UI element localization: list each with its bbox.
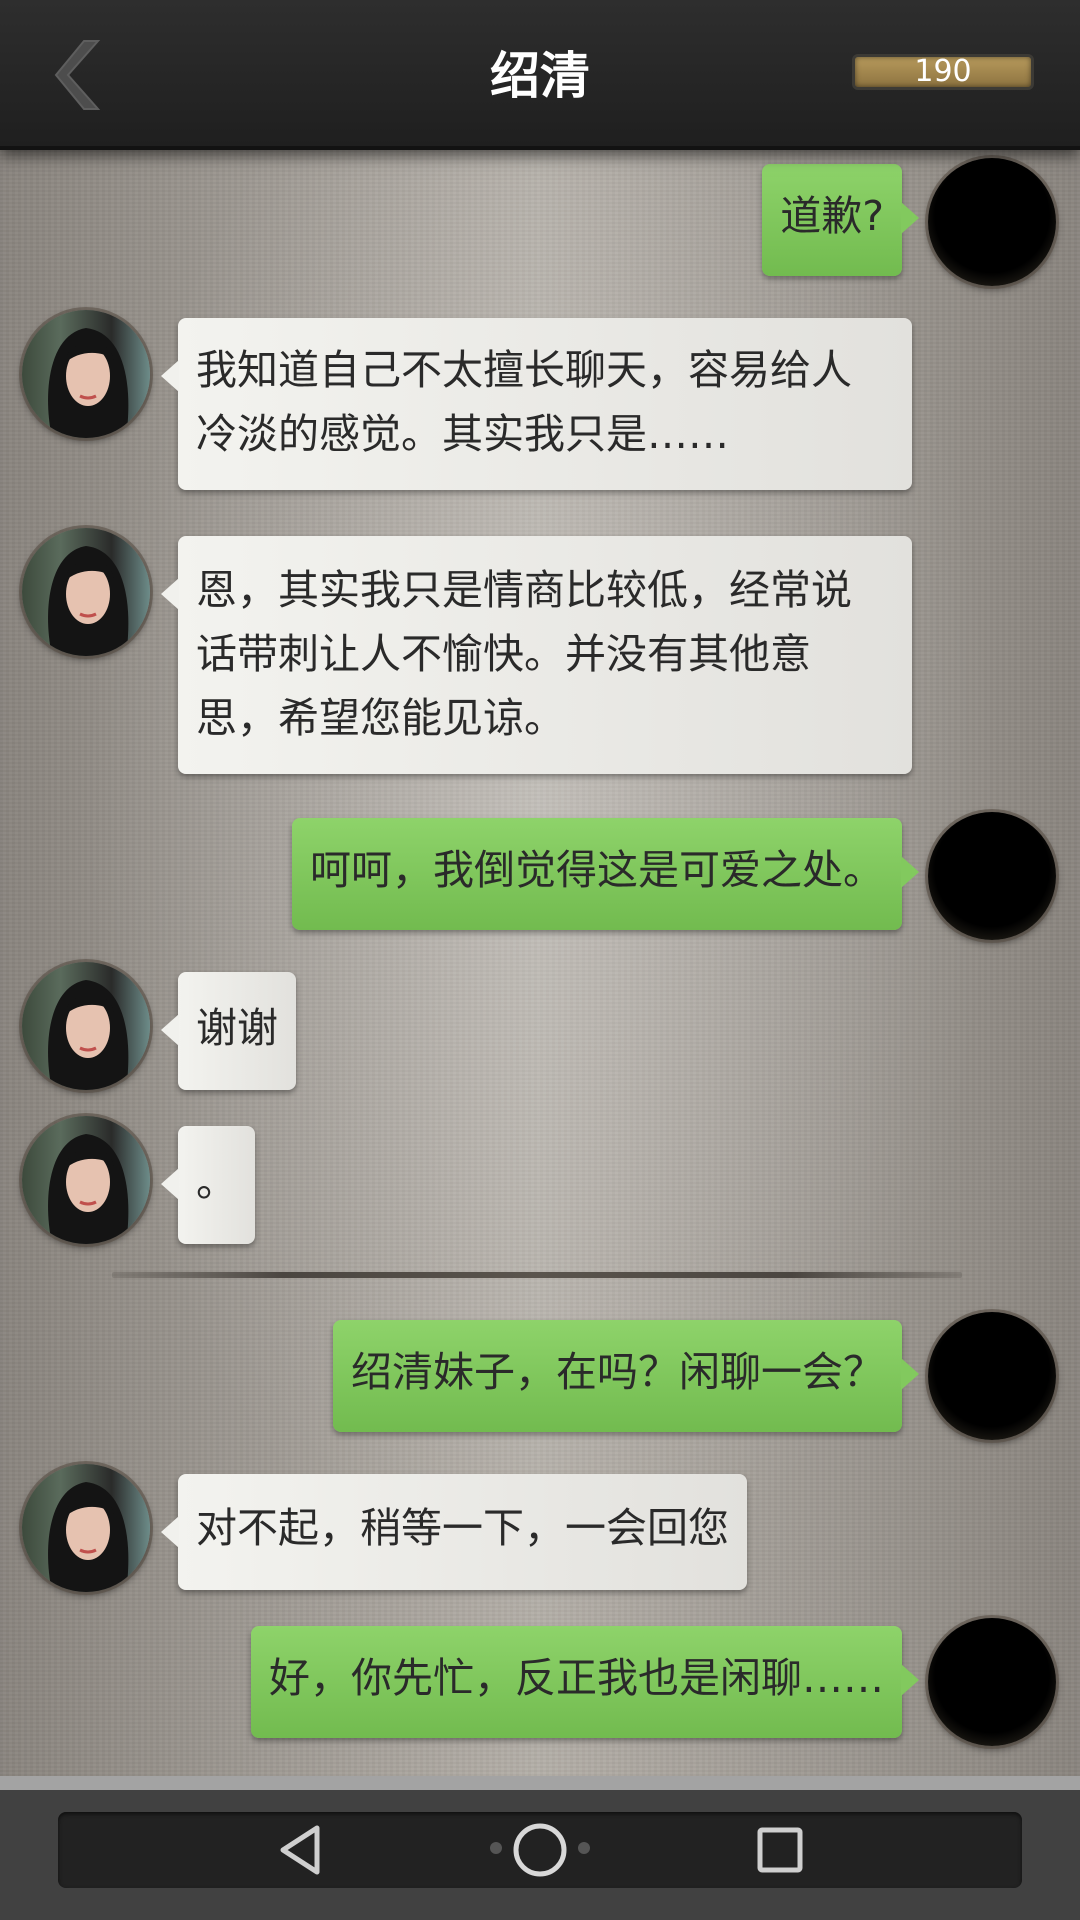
system-nav-bar bbox=[0, 1776, 1080, 1920]
chevron-left-icon bbox=[54, 40, 101, 110]
my-avatar[interactable] bbox=[928, 158, 1056, 286]
message-line: 思，希望您能见谅。 bbox=[196, 694, 565, 742]
top-bar: 绍清 190 bbox=[0, 0, 1080, 150]
chat-area[interactable]: 道歉? 我知道自己不太擅长聊天，容易给人 冷淡的感觉。其实我只是…… 恩，其实我… bbox=[0, 150, 1080, 1776]
contact-avatar[interactable] bbox=[22, 528, 150, 656]
my-message-bubble: 道歉? bbox=[762, 164, 919, 276]
contact-message-bubble: 。 bbox=[161, 1126, 255, 1244]
message-line: 呵呵，我倒觉得这是可爱之处。 bbox=[310, 846, 884, 894]
message-line: 冷淡的感觉。其实我只是…… bbox=[196, 410, 729, 458]
nav-back-button[interactable] bbox=[246, 1812, 356, 1888]
page-title: 绍清 bbox=[490, 46, 590, 105]
back-button[interactable] bbox=[40, 30, 120, 120]
contact-message-bubble: 对不起，稍等一下，一会回您 bbox=[161, 1474, 747, 1590]
contact-portrait-icon bbox=[48, 328, 129, 438]
nav-recent-button[interactable] bbox=[725, 1812, 835, 1888]
my-message-bubble: 呵呵，我倒觉得这是可爱之处。 bbox=[292, 818, 919, 930]
message-line: 道歉? bbox=[780, 192, 884, 240]
message-line: 我知道自己不太擅长聊天，容易给人 bbox=[196, 346, 852, 394]
contact-avatar[interactable] bbox=[22, 962, 150, 1090]
contact-message-bubble: 我知道自己不太擅长聊天，容易给人 冷淡的感觉。其实我只是…… bbox=[161, 318, 912, 490]
message-line: 话带刺让人不愉快。并没有其他意 bbox=[196, 630, 811, 678]
my-avatar[interactable] bbox=[928, 812, 1056, 940]
contact-message-bubble: 谢谢 bbox=[161, 972, 296, 1090]
circle-home-icon bbox=[490, 1823, 590, 1877]
message-line: 谢谢 bbox=[196, 1004, 278, 1052]
message-line: 好，你先忙，反正我也是闲聊…… bbox=[269, 1654, 884, 1702]
nav-bar-panel bbox=[58, 1812, 1022, 1888]
my-avatar[interactable] bbox=[928, 1618, 1056, 1746]
message-line: 。 bbox=[196, 1158, 237, 1206]
history-divider bbox=[112, 1272, 962, 1278]
contact-portrait-icon bbox=[48, 1134, 129, 1244]
message-line: 绍清妹子，在吗？闲聊一会？ bbox=[351, 1348, 884, 1396]
my-avatar[interactable] bbox=[928, 1312, 1056, 1440]
contact-avatar[interactable] bbox=[22, 1116, 150, 1244]
contact-avatar[interactable] bbox=[22, 1464, 150, 1592]
contact-portrait-icon bbox=[48, 1482, 129, 1592]
score-badge: 190 bbox=[852, 54, 1034, 90]
message-line: 恩，其实我只是情商比较低，经常说 bbox=[196, 566, 852, 614]
square-recent-icon bbox=[757, 1827, 803, 1873]
triangle-back-icon bbox=[280, 1825, 320, 1875]
contact-portrait-icon bbox=[48, 980, 129, 1090]
contact-portrait-icon bbox=[48, 546, 129, 656]
contact-message-bubble: 恩，其实我只是情商比较低，经常说 话带刺让人不愉快。并没有其他意 思，希望您能见… bbox=[161, 536, 912, 774]
contact-avatar[interactable] bbox=[22, 310, 150, 438]
my-message-bubble: 绍清妹子，在吗？闲聊一会？ bbox=[333, 1320, 919, 1432]
message-line: 对不起，稍等一下，一会回您 bbox=[196, 1504, 729, 1552]
nav-home-button[interactable] bbox=[485, 1812, 595, 1888]
my-message-bubble: 好，你先忙，反正我也是闲聊…… bbox=[251, 1626, 919, 1738]
